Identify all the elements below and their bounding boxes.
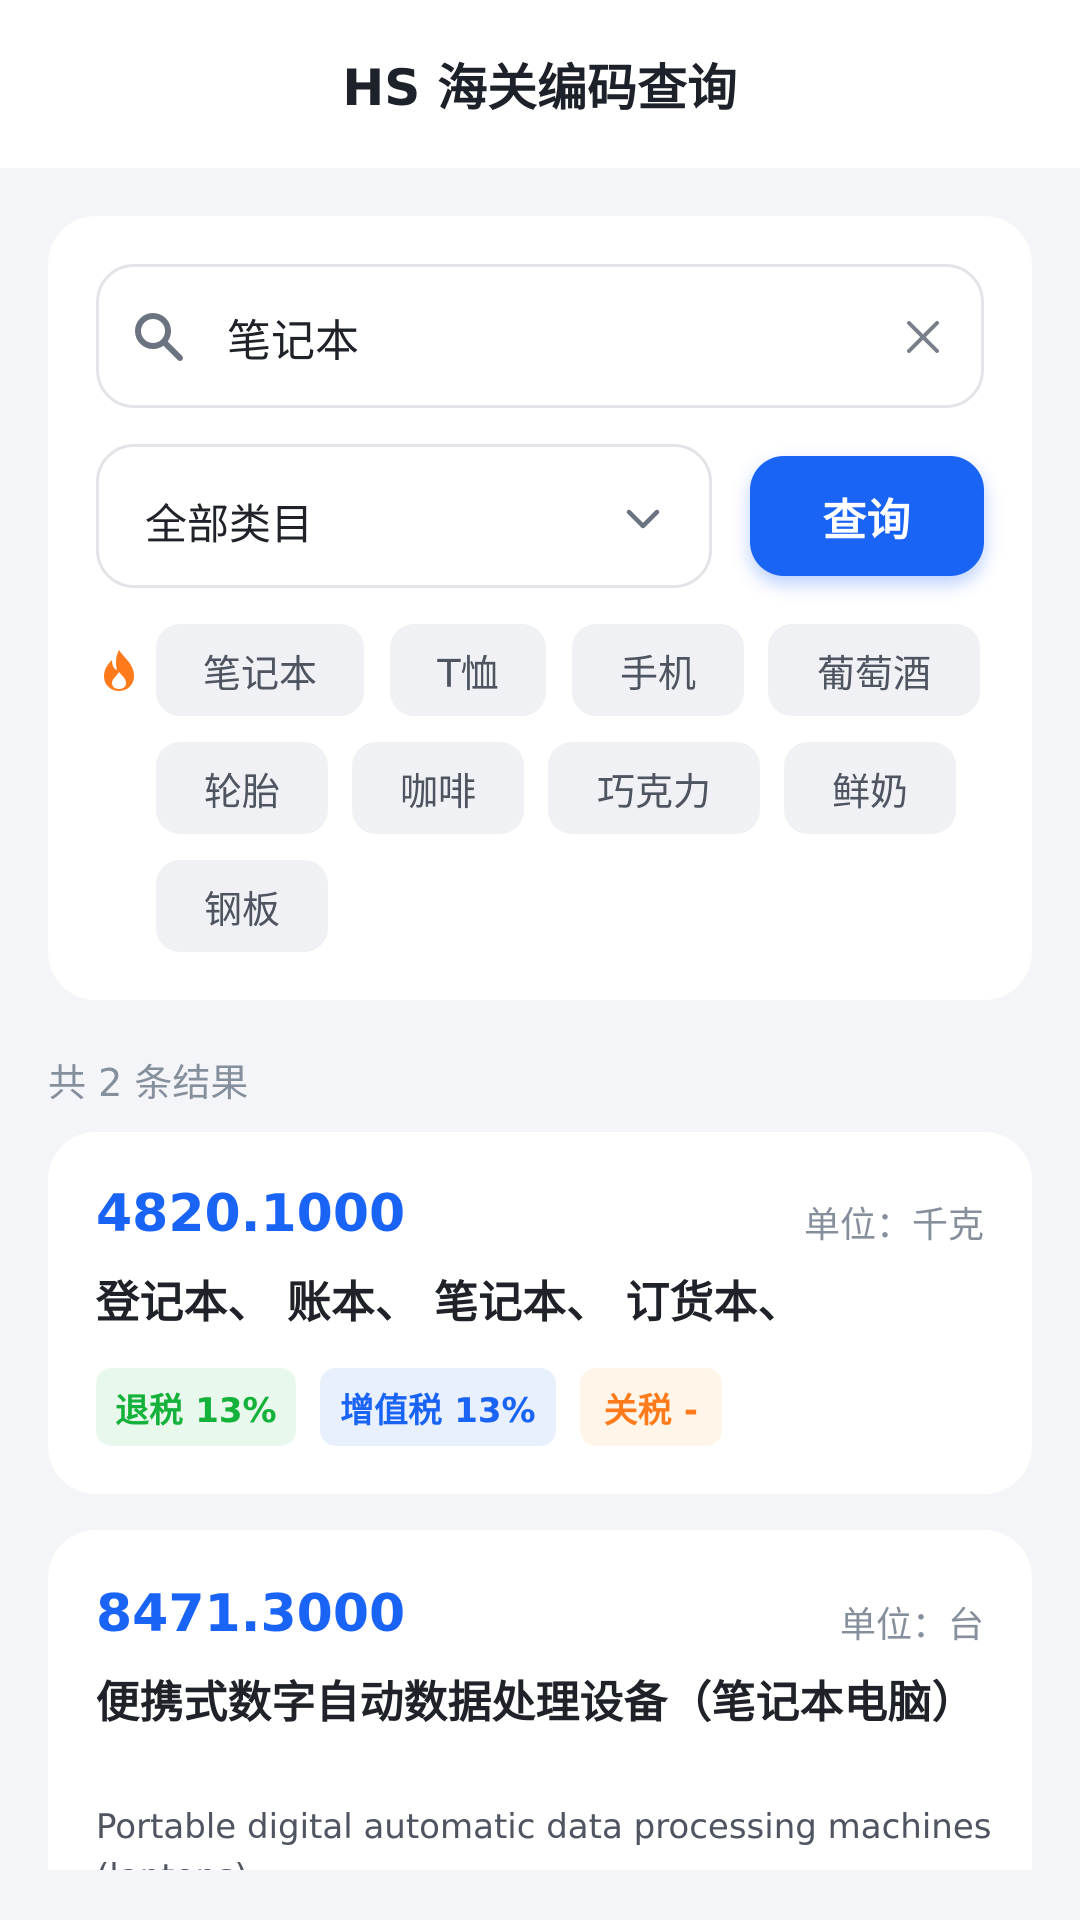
clear-icon[interactable]: [903, 317, 943, 357]
page-title: HS 海关编码查询: [342, 59, 738, 117]
vat-badge: 增值税 13%: [320, 1368, 556, 1446]
refund-badge: 退税 13%: [96, 1368, 296, 1446]
search-card: 全部类目 查询 笔记本 T恤 手机 葡萄酒 轮胎 咖啡 巧克力 鲜奶 钢板: [48, 216, 1032, 1000]
result-count: 共 2 条结果: [48, 1061, 249, 1105]
hs-code: 4820.1000: [96, 1184, 406, 1244]
hot-tag[interactable]: 轮胎: [156, 742, 328, 834]
search-input[interactable]: [227, 297, 847, 377]
search-icon: [135, 313, 183, 361]
hot-tag[interactable]: 手机: [572, 624, 744, 716]
category-label: 全部类目: [145, 500, 314, 549]
product-name: 便携式数字自动数据处理设备（笔记本电脑）: [96, 1677, 976, 1728]
hot-tag[interactable]: 钢板: [156, 860, 328, 952]
result-card[interactable]: 8471.3000 单位：台 便携式数字自动数据处理设备（笔记本电脑） Port…: [48, 1530, 1032, 1870]
result-card[interactable]: 4820.1000 单位：千克 登记本、 账本、 笔记本、 订货本、 退税 13…: [48, 1132, 1032, 1494]
hot-tag[interactable]: 葡萄酒: [768, 624, 980, 716]
hot-tag[interactable]: 鲜奶: [784, 742, 956, 834]
search-box[interactable]: [96, 264, 984, 408]
chevron-down-icon: [626, 509, 660, 529]
tariff-badge: 关税 -: [580, 1368, 722, 1446]
product-name: 登记本、 账本、 笔记本、 订货本、: [96, 1277, 802, 1328]
category-select[interactable]: 全部类目: [96, 444, 712, 588]
query-button[interactable]: 查询: [750, 456, 984, 576]
app-header: HS 海关编码查询: [0, 0, 1080, 168]
product-name-en: Portable digital automatic data processi…: [96, 1807, 992, 1870]
unit-label: 单位：台: [839, 1605, 984, 1646]
hot-tag[interactable]: T恤: [390, 624, 546, 716]
hot-tag[interactable]: 笔记本: [156, 624, 364, 716]
unit-label: 单位：千克: [803, 1205, 984, 1246]
hot-tag[interactable]: 咖啡: [352, 742, 524, 834]
hot-tag[interactable]: 巧克力: [548, 742, 760, 834]
fire-icon: [104, 650, 134, 691]
hs-code: 8471.3000: [96, 1584, 406, 1644]
